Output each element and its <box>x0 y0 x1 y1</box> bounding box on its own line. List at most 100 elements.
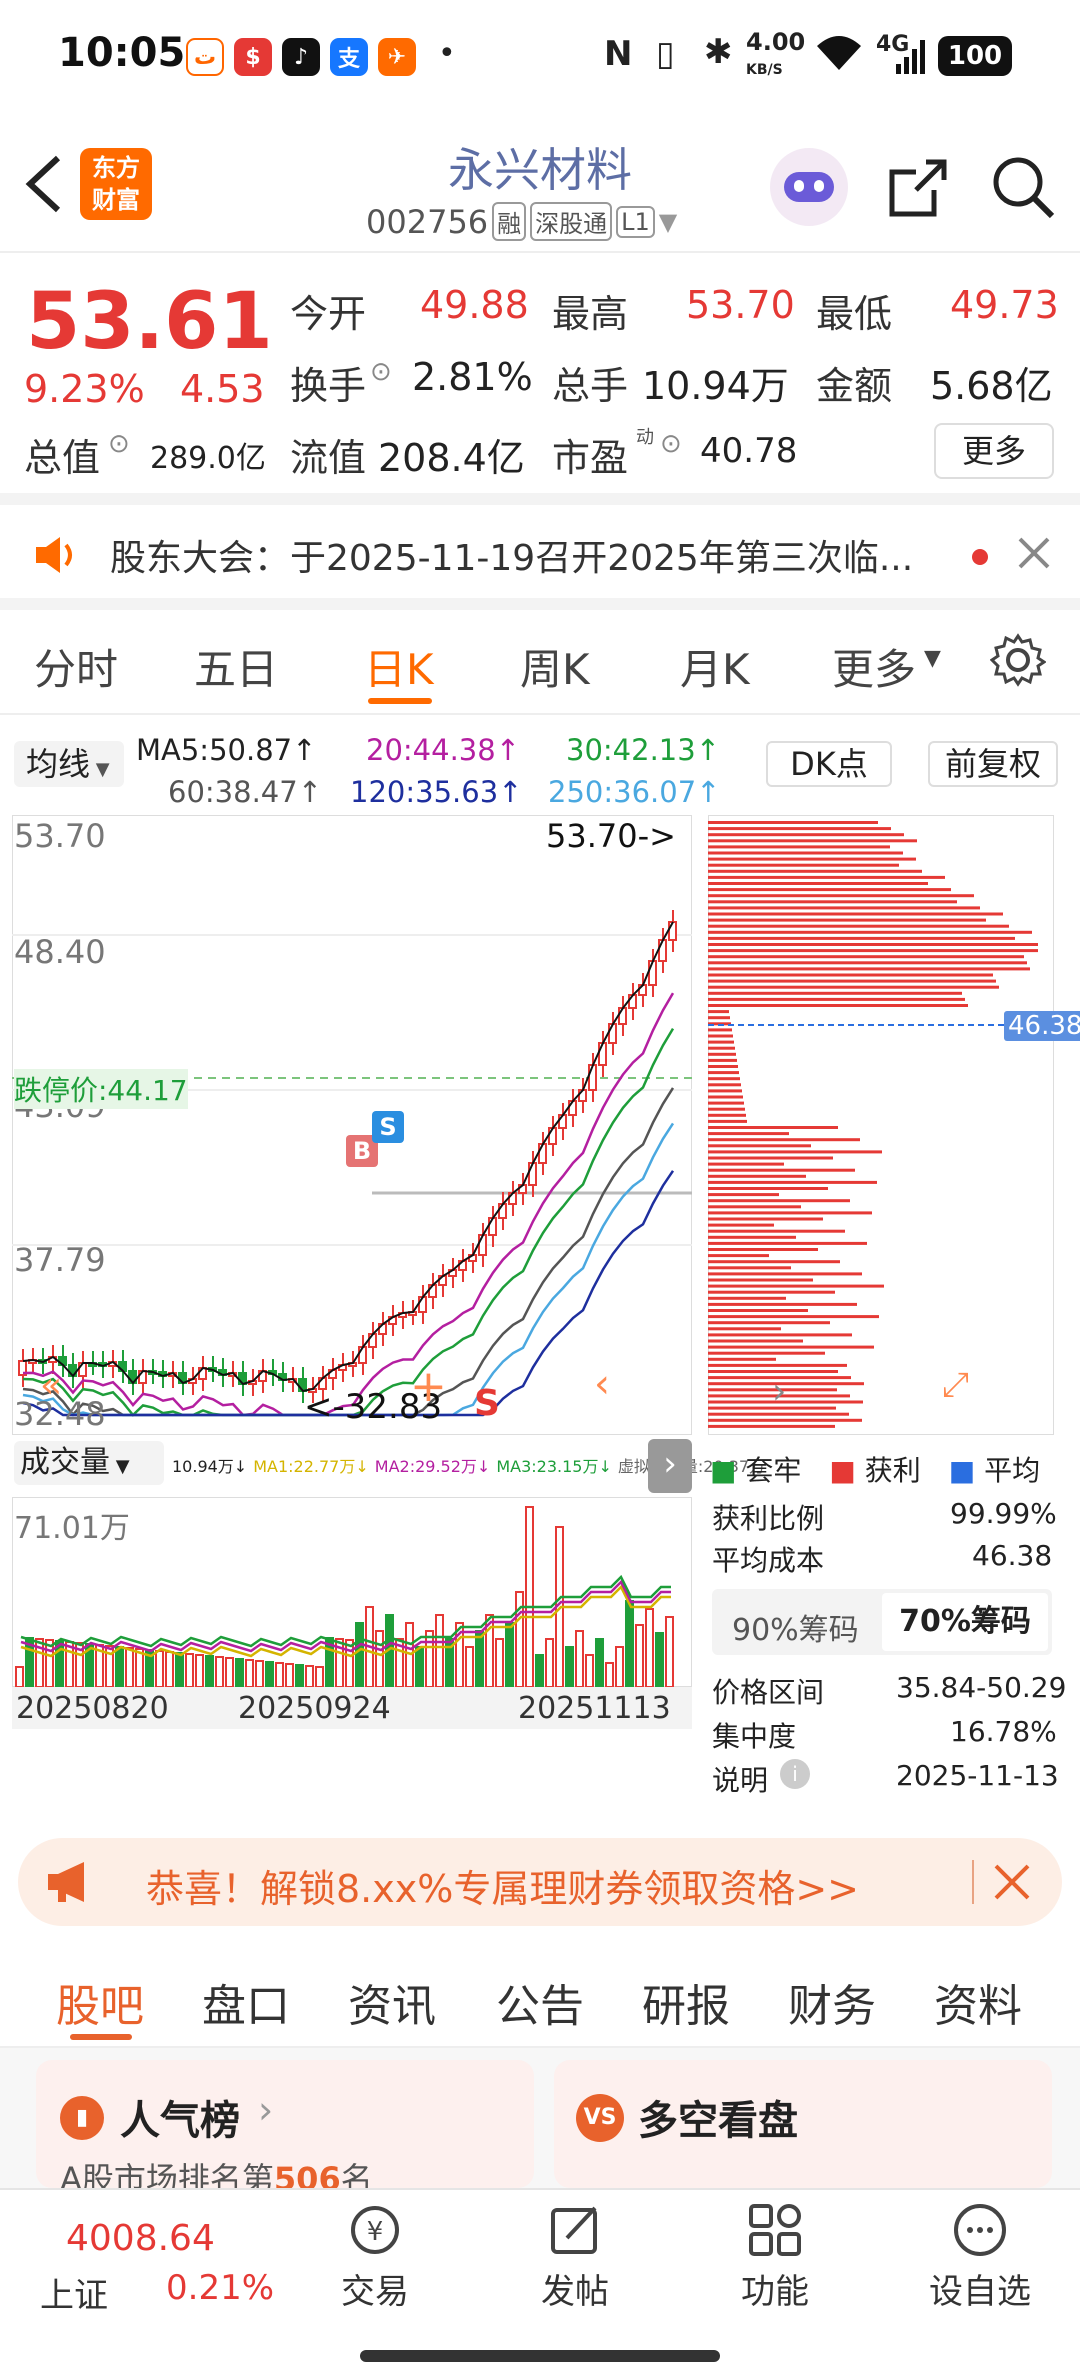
kline-chart[interactable] <box>12 815 692 1435</box>
change-pct: 9.23% <box>24 367 145 411</box>
chip-tab-90[interactable]: 90%筹码 <box>732 1605 859 1649</box>
volume-bar <box>535 1654 544 1687</box>
dk-points-button[interactable]: DK点 <box>766 741 892 787</box>
price-adjust-button[interactable]: 前复权 <box>928 741 1058 787</box>
status-time: 10:05 <box>58 30 186 76</box>
chip-bar <box>708 1132 789 1136</box>
more-button[interactable]: 更多 <box>934 423 1054 479</box>
chevron-down-icon[interactable]: ▼ <box>659 208 677 236</box>
volume-selector[interactable]: 成交量 ▼ <box>14 1441 164 1485</box>
chip-bar <box>708 1016 730 1020</box>
index-change[interactable]: 0.21% <box>166 2268 274 2308</box>
chip-bar <box>708 1065 738 1068</box>
index-value[interactable]: 4008.64 <box>66 2218 215 2259</box>
chart-area: 均线 ▼ MA5:50.87↑ 20:44.38↑ 30:42.13↑ 60:3… <box>0 715 1080 1825</box>
volume-bar <box>505 1622 514 1687</box>
chip-bar <box>708 949 1038 953</box>
nav-trade[interactable]: ¥ 交易 <box>310 2200 440 2313</box>
chart-frame <box>12 815 692 1435</box>
volume-bar <box>375 1630 384 1687</box>
chip-bar <box>708 851 903 855</box>
chip-bar <box>708 1248 818 1251</box>
chip-bar <box>708 1424 835 1428</box>
volume-bar <box>355 1622 364 1687</box>
expand-right-icon[interactable]: › <box>648 1439 692 1493</box>
volume-bar <box>635 1624 644 1687</box>
tab-research[interactable]: 研报 <box>642 1970 730 2034</box>
volume-bar <box>125 1647 134 1687</box>
share-icon[interactable] <box>886 156 950 224</box>
vibrate-icon: ▯ <box>656 34 675 74</box>
chip-bar <box>708 857 916 861</box>
grid-icon <box>749 2204 801 2256</box>
nav-post[interactable]: 发帖 <box>510 2200 640 2313</box>
tab-weekly-k[interactable]: 周K <box>520 636 590 697</box>
chevron-left-icon[interactable]: ‹ <box>594 1361 610 1407</box>
float-label: 流值 <box>290 436 367 480</box>
volume-bar <box>565 1646 574 1687</box>
info-icon[interactable]: i <box>780 1759 810 1789</box>
profit-ratio-value: 99.99% <box>950 1497 1057 1530</box>
tab-intraday[interactable]: 分时 <box>34 636 118 697</box>
tab-news[interactable]: 资讯 <box>348 1970 436 2034</box>
tab-finance[interactable]: 财务 <box>788 1970 876 2034</box>
tab-monthly-k[interactable]: 月K <box>680 636 750 697</box>
chip-bar <box>708 1199 850 1203</box>
robot-avatar-icon[interactable] <box>770 148 848 226</box>
tab-market[interactable]: 盘口 <box>202 1970 290 2034</box>
open-label: 今开 <box>290 292 367 336</box>
promo-banner[interactable]: 恭喜！解锁8.xx%专属理财券领取资格>> <box>18 1838 1062 1926</box>
bluetooth-icon: ✱ <box>704 32 733 72</box>
tab-five-day[interactable]: 五日 <box>194 636 278 697</box>
nav-add-watchlist[interactable]: 设自选 <box>910 2200 1050 2313</box>
tab-forum[interactable]: 股吧 <box>56 1970 144 2034</box>
volume-bar <box>45 1639 54 1687</box>
popular-card[interactable]: ▮ 人气榜 › A股市场排名第506名 <box>36 2060 534 2198</box>
chip-bar <box>708 1321 830 1325</box>
volume-bar <box>275 1662 284 1687</box>
chip-bar <box>708 1193 779 1197</box>
volume-bar <box>345 1639 354 1687</box>
close-icon[interactable] <box>992 1862 1032 1906</box>
chip-bar <box>708 1339 803 1343</box>
chip-bar <box>708 1309 808 1312</box>
expand-icon[interactable]: ⤢ <box>942 1365 969 1405</box>
settings-gear-icon[interactable] <box>989 632 1047 692</box>
close-icon[interactable] <box>1016 535 1052 575</box>
chip-bar <box>708 1156 833 1160</box>
chip-bar <box>708 979 996 983</box>
index-name[interactable]: 上证 <box>40 2268 108 2317</box>
tab-daily-k[interactable]: 日K <box>364 636 434 697</box>
chip-tab-70[interactable]: 70%筹码 <box>882 1593 1048 1651</box>
ma-selector[interactable]: 均线 ▼ <box>14 741 124 787</box>
edit-icon <box>551 2206 597 2254</box>
tab-profile[interactable]: 资料 <box>934 1970 1022 2034</box>
search-icon[interactable] <box>990 154 1056 224</box>
chip-bar <box>708 961 1027 965</box>
tab-announcements[interactable]: 公告 <box>496 1970 584 2034</box>
info-icon[interactable]: ⊙ <box>370 357 392 387</box>
ma60-label: 60:38.47↑ <box>168 775 322 809</box>
nav-functions[interactable]: 功能 <box>710 2200 840 2313</box>
chip-bar <box>708 1028 732 1032</box>
volume-bar <box>175 1652 184 1687</box>
chevron-right-icon[interactable]: › <box>772 1371 786 1412</box>
volume-bar <box>315 1666 324 1687</box>
rewind-icon[interactable]: « <box>40 1365 62 1406</box>
crosshair-icon[interactable]: + <box>410 1361 447 1412</box>
sell-marker[interactable]: S <box>372 1111 404 1143</box>
info-icon[interactable]: ⊙ <box>660 429 682 459</box>
notice-bar[interactable]: 股东大会：于2025-11-19召开2025年第三次临... <box>0 505 1080 610</box>
concentration-value: 16.78% <box>950 1715 1057 1748</box>
info-icon[interactable]: ⊙ <box>108 429 130 459</box>
bullbear-card[interactable]: VS 多空看盘 <box>554 2060 1052 2188</box>
chip-bar <box>708 1235 796 1239</box>
chip-bar <box>708 1034 733 1038</box>
note-label: 说明 <box>712 1764 769 1797</box>
amount-value: 5.68亿 <box>930 364 1053 408</box>
divider <box>972 1860 974 1904</box>
tab-more[interactable]: 更多 <box>832 636 916 697</box>
avg-cost-value: 46.38 <box>972 1539 1053 1572</box>
chip-bar <box>708 1278 813 1282</box>
chip-distribution-chart <box>708 815 1054 1435</box>
